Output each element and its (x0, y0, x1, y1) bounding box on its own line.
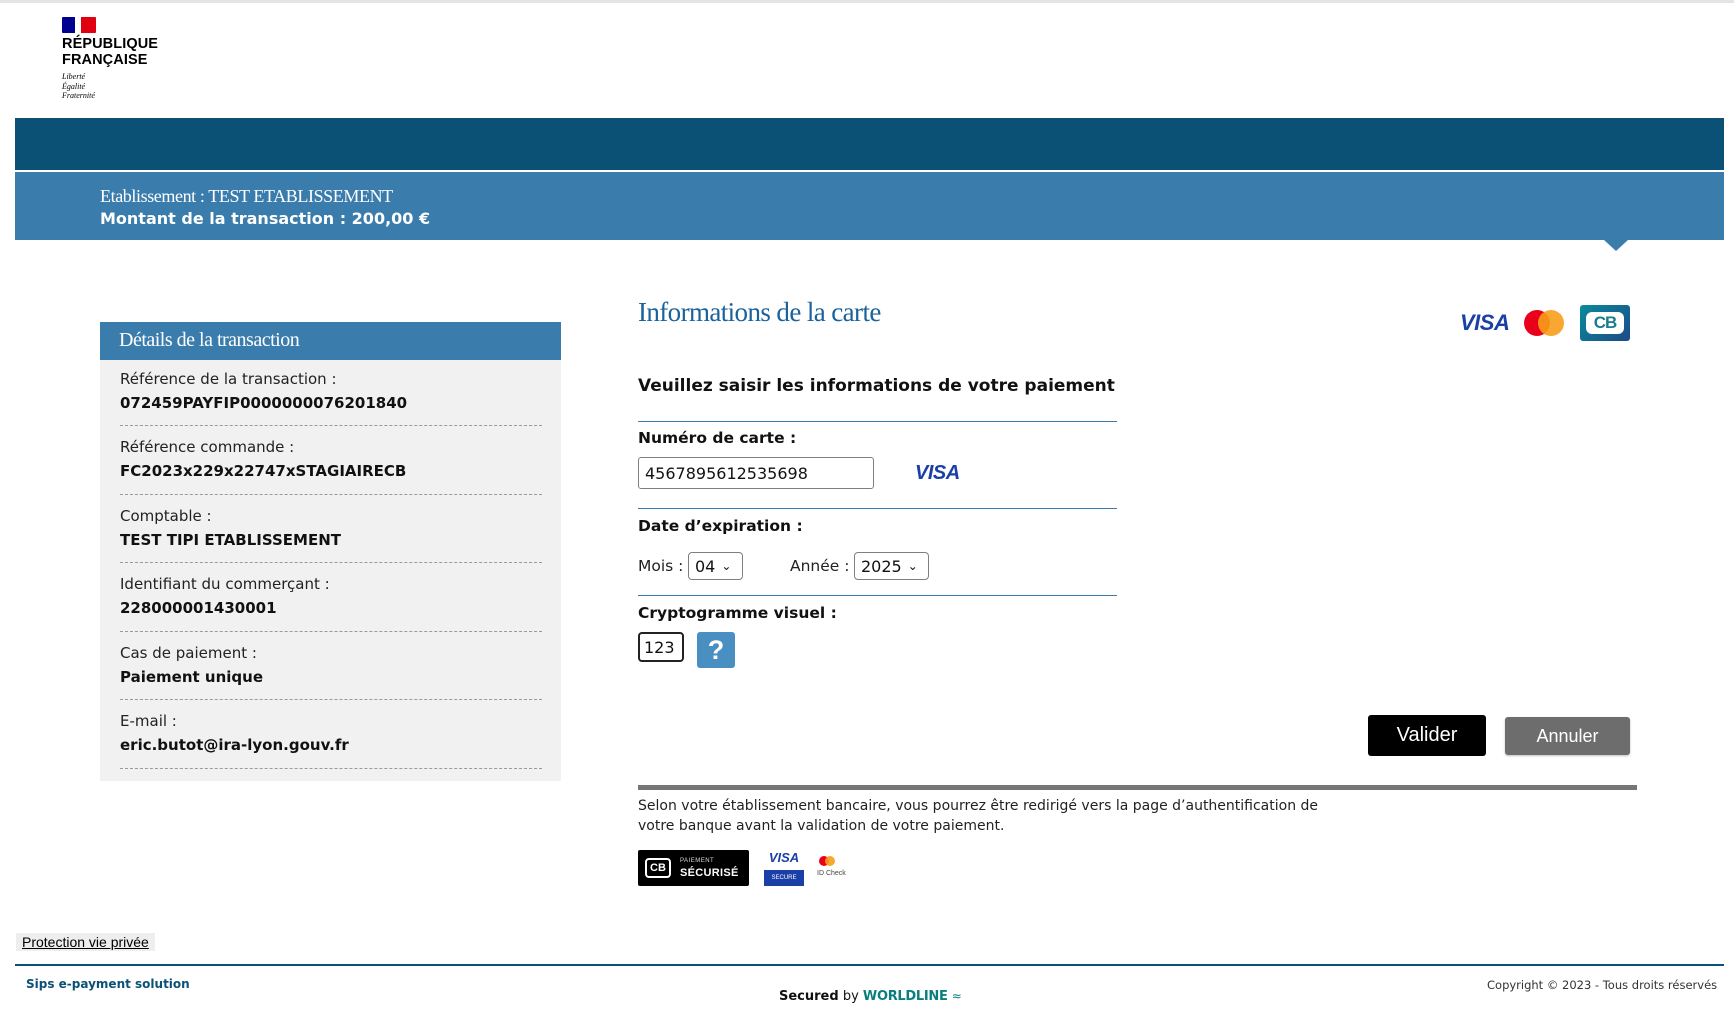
divider (638, 595, 1117, 596)
expiry-date-label: Date d’expiration : (638, 517, 803, 535)
detail-label: Référence commande : (120, 438, 295, 456)
sips-link[interactable]: Sips e-payment solution (26, 977, 190, 991)
divider (638, 421, 1117, 422)
detail-label: E-mail : (120, 712, 177, 730)
banner-caret (1604, 240, 1628, 251)
etablissement-text: Etablissement : TEST ETABLISSEMENT (100, 186, 393, 206)
month-value: 04 (695, 556, 716, 576)
bank-redirect-notice: Selon votre établissement bancaire, vous… (638, 798, 1319, 834)
motto-fraternite: Fraternité (62, 91, 95, 100)
chevron-down-icon: ⌄ (721, 559, 732, 573)
cb-logo-text: CB (1586, 312, 1624, 334)
detail-value: 228000001430001 (120, 599, 277, 617)
detail-merchant-id: Identifiant du commerçant : 228000001430… (120, 575, 542, 632)
logo-name-line2: FRANÇAISE (62, 52, 148, 68)
mastercard-idcheck-badge: ID Check (817, 854, 857, 884)
republique-francaise-logo: RÉPUBLIQUE FRANÇAISE Liberté Égalité Fra… (62, 17, 182, 101)
detail-value: FC2023x229x22747xSTAGIAIRECB (120, 462, 407, 480)
copyright: Copyright © 2023 - Tous droits réservés (1487, 978, 1718, 992)
motto-egalite: Égalité (62, 81, 86, 91)
detail-value: Paiement unique (120, 668, 263, 686)
detail-order-reference: Référence commande : FC2023x229x22747xST… (120, 438, 542, 495)
header-banner-dark (15, 118, 1724, 170)
footer-divider (15, 964, 1724, 966)
badge-small-text: PAIEMENT (680, 858, 715, 864)
month-label: Mois : (638, 557, 684, 575)
detail-payment-case: Cas de paiement : Paiement unique (120, 644, 542, 700)
card-brand-visa-icon: VISA (915, 462, 960, 484)
cvv-input[interactable] (638, 632, 684, 662)
detail-email: E-mail : eric.butot@ira-lyon.gouv.fr (120, 712, 542, 769)
transaction-details-title: Détails de la transaction (119, 329, 300, 351)
card-info-title: Informations de la carte (638, 297, 881, 327)
secured-text: Secured (779, 989, 839, 1004)
motto-liberte: Liberté (62, 72, 86, 81)
divider (638, 508, 1117, 509)
notice-divider (638, 785, 1637, 790)
cb-secure-payment-badge: CB PAIEMENT SÉCURISÉ (638, 850, 749, 886)
card-number-label: Numéro de carte : (638, 429, 797, 447)
detail-label: Identifiant du commerçant : (120, 575, 330, 593)
detail-value: 072459PAYFIP0000000076201840 (120, 394, 408, 412)
detail-label: Cas de paiement : (120, 644, 257, 662)
worldline-logo: WORLDLINE (862, 989, 948, 1004)
logo-motto: Liberté Égalité Fraternité (62, 72, 182, 101)
by-text: by (842, 989, 859, 1004)
chevron-down-icon: ⌄ (907, 559, 918, 573)
top-border (0, 0, 1734, 3)
worldline-waves-icon: ≈ (951, 989, 962, 1003)
secured-by-worldline: Secured by WORLDLINE ≈ (779, 989, 962, 1004)
cvv-label: Cryptogramme visuel : (638, 604, 837, 622)
month-select[interactable]: 04 ⌄ (688, 552, 743, 580)
french-flag-icon (62, 17, 102, 33)
mastercard-logo (1524, 310, 1564, 336)
logo-name: RÉPUBLIQUE FRANÇAISE (62, 36, 182, 68)
visa-secure-badge: VISA SECURE (764, 850, 804, 888)
detail-value: TEST TIPI ETABLISSEMENT (120, 531, 341, 549)
detail-label: Référence de la transaction : (120, 370, 337, 388)
cvv-help-button[interactable]: ? (697, 632, 735, 668)
detail-label: Comptable : (120, 507, 212, 525)
visa-logo: VISA (1460, 310, 1510, 335)
card-number-input[interactable] (638, 457, 874, 489)
idcheck-text: ID Check (817, 870, 846, 877)
detail-transaction-reference: Référence de la transaction : 072459PAYF… (120, 370, 542, 426)
year-value: 2025 (861, 556, 902, 576)
visa-secure-visa-text: VISA (768, 850, 800, 865)
detail-value: eric.butot@ira-lyon.gouv.fr (120, 736, 349, 754)
year-select[interactable]: 2025 ⌄ (854, 552, 929, 580)
year-label: Année : (790, 557, 850, 575)
privacy-link[interactable]: Protection vie privée (16, 933, 155, 951)
montant-text: Montant de la transaction : 200,00 € (100, 209, 431, 228)
logo-name-line1: RÉPUBLIQUE (62, 36, 159, 52)
badge-big-text: SÉCURISÉ (680, 867, 739, 879)
detail-comptable: Comptable : TEST TIPI ETABLISSEMENT (120, 507, 542, 563)
cb-lock-icon: CB (645, 858, 671, 878)
validate-button[interactable]: Valider (1368, 715, 1486, 756)
payment-instruction: Veuillez saisir les informations de votr… (638, 376, 1115, 396)
cb-logo: CB (1580, 305, 1630, 341)
visa-secure-text: SECURE (764, 870, 804, 886)
cancel-button[interactable]: Annuler (1505, 717, 1630, 755)
